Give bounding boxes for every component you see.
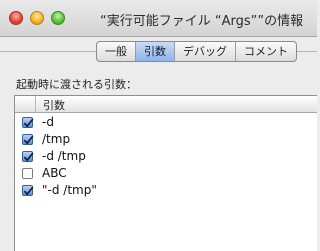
title-bar: “実行可能ファイル “Args””の情報 xyxy=(0,0,317,37)
argument-checkbox[interactable] xyxy=(22,185,34,196)
argument-row[interactable]: -d xyxy=(15,114,317,131)
column-header[interactable]: 引数 xyxy=(15,96,317,113)
checkmark-icon xyxy=(23,152,34,162)
tab-arguments[interactable]: 引数 xyxy=(136,42,175,61)
argument-checkbox[interactable] xyxy=(22,168,33,179)
argument-value[interactable]: -d xyxy=(42,115,54,129)
argument-checkbox[interactable] xyxy=(22,151,34,162)
argument-row[interactable]: -d /tmp xyxy=(15,148,317,165)
column-header-label: 引数 xyxy=(43,99,65,112)
argument-row[interactable]: "-d /tmp" xyxy=(15,182,317,199)
checkmark-icon xyxy=(23,118,34,128)
argument-value[interactable]: /tmp xyxy=(42,132,70,146)
minimize-window-button[interactable] xyxy=(30,11,44,25)
argument-checkbox[interactable] xyxy=(22,117,34,128)
tab-bar: 一般 引数 デバッグ コメント xyxy=(96,41,297,62)
argument-value[interactable]: "-d /tmp" xyxy=(42,183,97,197)
argument-value[interactable]: -d /tmp xyxy=(42,149,86,163)
column-divider[interactable] xyxy=(35,96,36,112)
tab-debug[interactable]: デバッグ xyxy=(175,42,236,61)
zoom-window-button[interactable] xyxy=(51,11,65,25)
checkmark-icon xyxy=(23,135,34,145)
tab-comments[interactable]: コメント xyxy=(236,42,296,61)
window-title: “実行可能ファイル “Args””の情報 xyxy=(100,14,304,29)
argument-row[interactable]: ABC xyxy=(15,165,317,182)
argument-row[interactable]: /tmp xyxy=(15,131,317,148)
close-window-button[interactable] xyxy=(9,11,23,25)
argument-value[interactable]: ABC xyxy=(42,166,67,180)
arguments-label: 起動時に渡される引数： xyxy=(16,78,137,91)
arguments-list[interactable]: 引数 -d /tmp -d /tmp ABC "-d /tmp" xyxy=(14,95,317,251)
argument-checkbox[interactable] xyxy=(22,134,34,145)
checkmark-icon xyxy=(23,186,34,196)
tab-general[interactable]: 一般 xyxy=(97,42,136,61)
